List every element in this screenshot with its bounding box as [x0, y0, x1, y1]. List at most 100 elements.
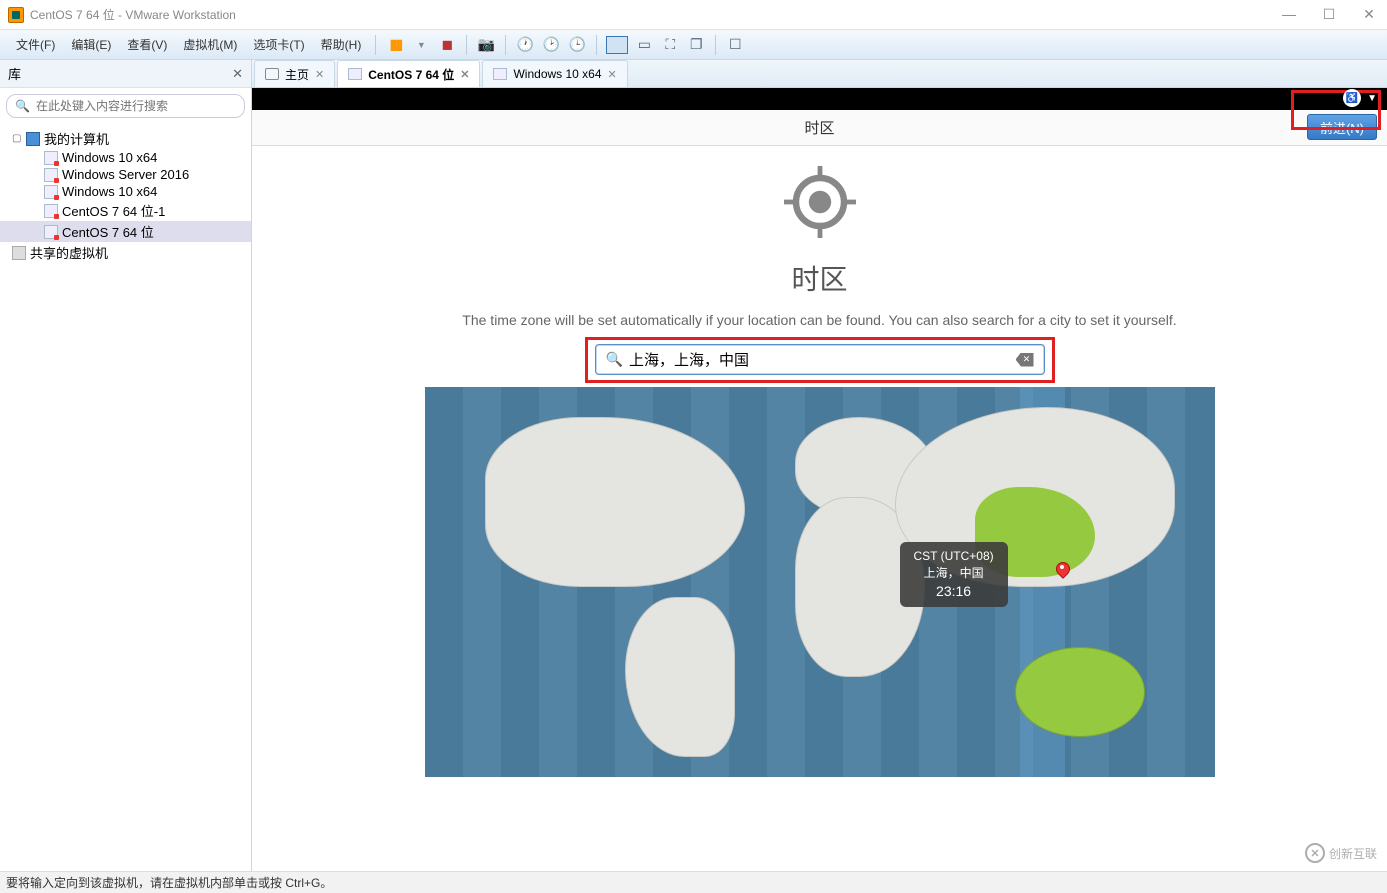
content-area: 主页 ✕ CentOS 7 64 位 ✕ Windows 10 x64 ✕ ♿ … [252, 60, 1387, 871]
shared-icon [12, 246, 26, 260]
maximize-button[interactable]: ☐ [1319, 6, 1339, 23]
tab-windows[interactable]: Windows 10 x64 ✕ [482, 60, 627, 87]
tree-root-mycomputer[interactable]: ▢ 我的计算机 [0, 128, 251, 149]
tree-vm-item[interactable]: Windows 10 x64 [0, 149, 251, 166]
menu-view[interactable]: 查看(V) [119, 36, 175, 53]
vm-display[interactable]: ♿ ▼ 时区 前进(N) [252, 88, 1387, 871]
tab-home-label: 主页 [285, 66, 309, 83]
app-icon [8, 7, 24, 23]
vm-icon [493, 68, 507, 80]
window-titlebar: CentOS 7 64 位 - VMware Workstation — ☐ ✕ [0, 0, 1387, 30]
map-landmass [625, 597, 735, 757]
tooltip-location: 上海，中国 [914, 565, 994, 582]
map-landmass [1015, 647, 1145, 737]
menu-tabs[interactable]: 选项卡(T) [245, 36, 312, 53]
accessibility-bar: ♿ ▼ [1343, 88, 1377, 108]
dropdown-icon[interactable]: ▼ [411, 35, 431, 55]
next-button[interactable]: 前进(N) [1307, 114, 1377, 140]
tab-close-icon[interactable]: ✕ [315, 68, 324, 81]
installer-body: 时区 The time zone will be set automatical… [252, 146, 1387, 871]
vm-icon [44, 225, 58, 239]
tree-vm-label: CentOS 7 64 位-1 [62, 201, 165, 220]
library-sidebar: 库 ✕ 🔍 ▢ 我的计算机 Windows 10 x64 Windows Ser… [0, 60, 252, 871]
clear-input-icon[interactable]: ✕ [1016, 353, 1034, 367]
library-header-label: 库 [8, 64, 21, 83]
vm-icon [44, 168, 58, 182]
map-pin-icon [1056, 562, 1068, 580]
home-icon [265, 68, 279, 80]
tree-vm-label: Windows Server 2016 [62, 167, 189, 182]
menu-help[interactable]: 帮助(H) [313, 36, 370, 53]
clock2-icon[interactable]: 🕑 [541, 35, 561, 55]
tree-shared-vms[interactable]: 共享的虚拟机 [0, 242, 251, 263]
close-panel-icon[interactable]: ✕ [232, 66, 243, 82]
tab-close-icon[interactable]: ✕ [460, 68, 469, 81]
timezone-search[interactable]: 🔍 ✕ [595, 344, 1045, 375]
menu-file[interactable]: 文件(F) [8, 36, 63, 53]
unity-icon[interactable]: ❐ [686, 35, 706, 55]
window-controls: — ☐ ✕ [1279, 6, 1379, 23]
tree-vm-item[interactable]: Windows Server 2016 [0, 166, 251, 183]
watermark-text: 创新互联 [1329, 845, 1377, 862]
next-button-label: 前进(N) [1320, 118, 1364, 137]
view-mode1-icon[interactable] [606, 36, 628, 54]
guest-os-screen: 时区 前进(N) [252, 110, 1387, 871]
location-target-icon [780, 162, 860, 242]
tab-centos[interactable]: CentOS 7 64 位 ✕ [337, 60, 480, 87]
map-landmass [485, 417, 745, 587]
menubar: 文件(F) 编辑(E) 查看(V) 虚拟机(M) 选项卡(T) 帮助(H) ▮▮… [0, 30, 1387, 60]
tree-vm-label: Windows 10 x64 [62, 184, 157, 199]
snapshot-icon[interactable]: 📷 [476, 35, 496, 55]
tab-home[interactable]: 主页 ✕ [254, 60, 335, 87]
timezone-heading: 时区 [791, 258, 847, 298]
vm-icon [348, 68, 362, 80]
clock3-icon[interactable]: 🕒 [567, 35, 587, 55]
timezone-tooltip: CST (UTC+08) 上海，中国 23:16 [900, 542, 1008, 607]
statusbar: 要将输入定向到该虚拟机，请在虚拟机内部单击或按 Ctrl+G。 [0, 871, 1387, 893]
menu-vm[interactable]: 虚拟机(M) [175, 36, 245, 53]
tree-vm-item[interactable]: CentOS 7 64 位-1 [0, 200, 251, 221]
menu-edit[interactable]: 编辑(E) [63, 36, 119, 53]
installer-header: 时区 前进(N) [252, 110, 1387, 146]
tree-root-label: 我的计算机 [44, 129, 109, 148]
installer-header-title: 时区 [804, 117, 834, 138]
tree-vm-label: Windows 10 x64 [62, 150, 157, 165]
timezone-subtext: The time zone will be set automatically … [462, 312, 1176, 328]
library-search-input[interactable] [34, 97, 236, 115]
vm-tree: ▢ 我的计算机 Windows 10 x64 Windows Server 20… [0, 124, 251, 871]
close-button[interactable]: ✕ [1359, 6, 1379, 23]
tooltip-time: 23:16 [914, 582, 994, 602]
library-search[interactable]: 🔍 [6, 94, 245, 118]
search-icon: 🔍 [15, 99, 30, 113]
fullscreen-icon[interactable]: ⛶ [660, 35, 680, 55]
tab-centos-label: CentOS 7 64 位 [368, 66, 454, 83]
vm-icon [44, 185, 58, 199]
tree-shared-label: 共享的虚拟机 [30, 243, 108, 262]
timezone-search-input[interactable] [629, 351, 1016, 368]
vm-tabs: 主页 ✕ CentOS 7 64 位 ✕ Windows 10 x64 ✕ [252, 60, 1387, 88]
vm-icon [44, 151, 58, 165]
tree-vm-item[interactable]: Windows 10 x64 [0, 183, 251, 200]
tooltip-timezone: CST (UTC+08) [914, 548, 994, 565]
tab-windows-label: Windows 10 x64 [513, 67, 601, 81]
last-icon[interactable]: ☐ [725, 35, 745, 55]
library-header: 库 ✕ [0, 60, 251, 88]
stop-icon[interactable]: ◼ [437, 35, 457, 55]
statusbar-text: 要将输入定向到该虚拟机，请在虚拟机内部单击或按 Ctrl+G。 [6, 874, 332, 891]
world-map[interactable]: CST (UTC+08) 上海，中国 23:16 [425, 387, 1215, 777]
computer-icon [26, 132, 40, 146]
minimize-button[interactable]: — [1279, 6, 1299, 23]
clock1-icon[interactable]: 🕐 [515, 35, 535, 55]
tree-vm-item-selected[interactable]: CentOS 7 64 位 [0, 221, 251, 242]
watermark: ✕ 创新互联 [1305, 843, 1377, 863]
window-title: CentOS 7 64 位 - VMware Workstation [30, 6, 236, 23]
tab-close-icon[interactable]: ✕ [608, 68, 617, 81]
view-mode2-icon[interactable]: ▭ [634, 35, 654, 55]
accessibility-icon[interactable]: ♿ [1343, 89, 1361, 107]
collapse-icon[interactable]: ▢ [12, 133, 22, 144]
dropdown-icon[interactable]: ▼ [1367, 93, 1377, 104]
tree-vm-label: CentOS 7 64 位 [62, 222, 154, 241]
search-icon: 🔍 [606, 351, 623, 368]
vm-icon [44, 204, 58, 218]
pause-icon[interactable]: ▮▮ [385, 35, 405, 55]
